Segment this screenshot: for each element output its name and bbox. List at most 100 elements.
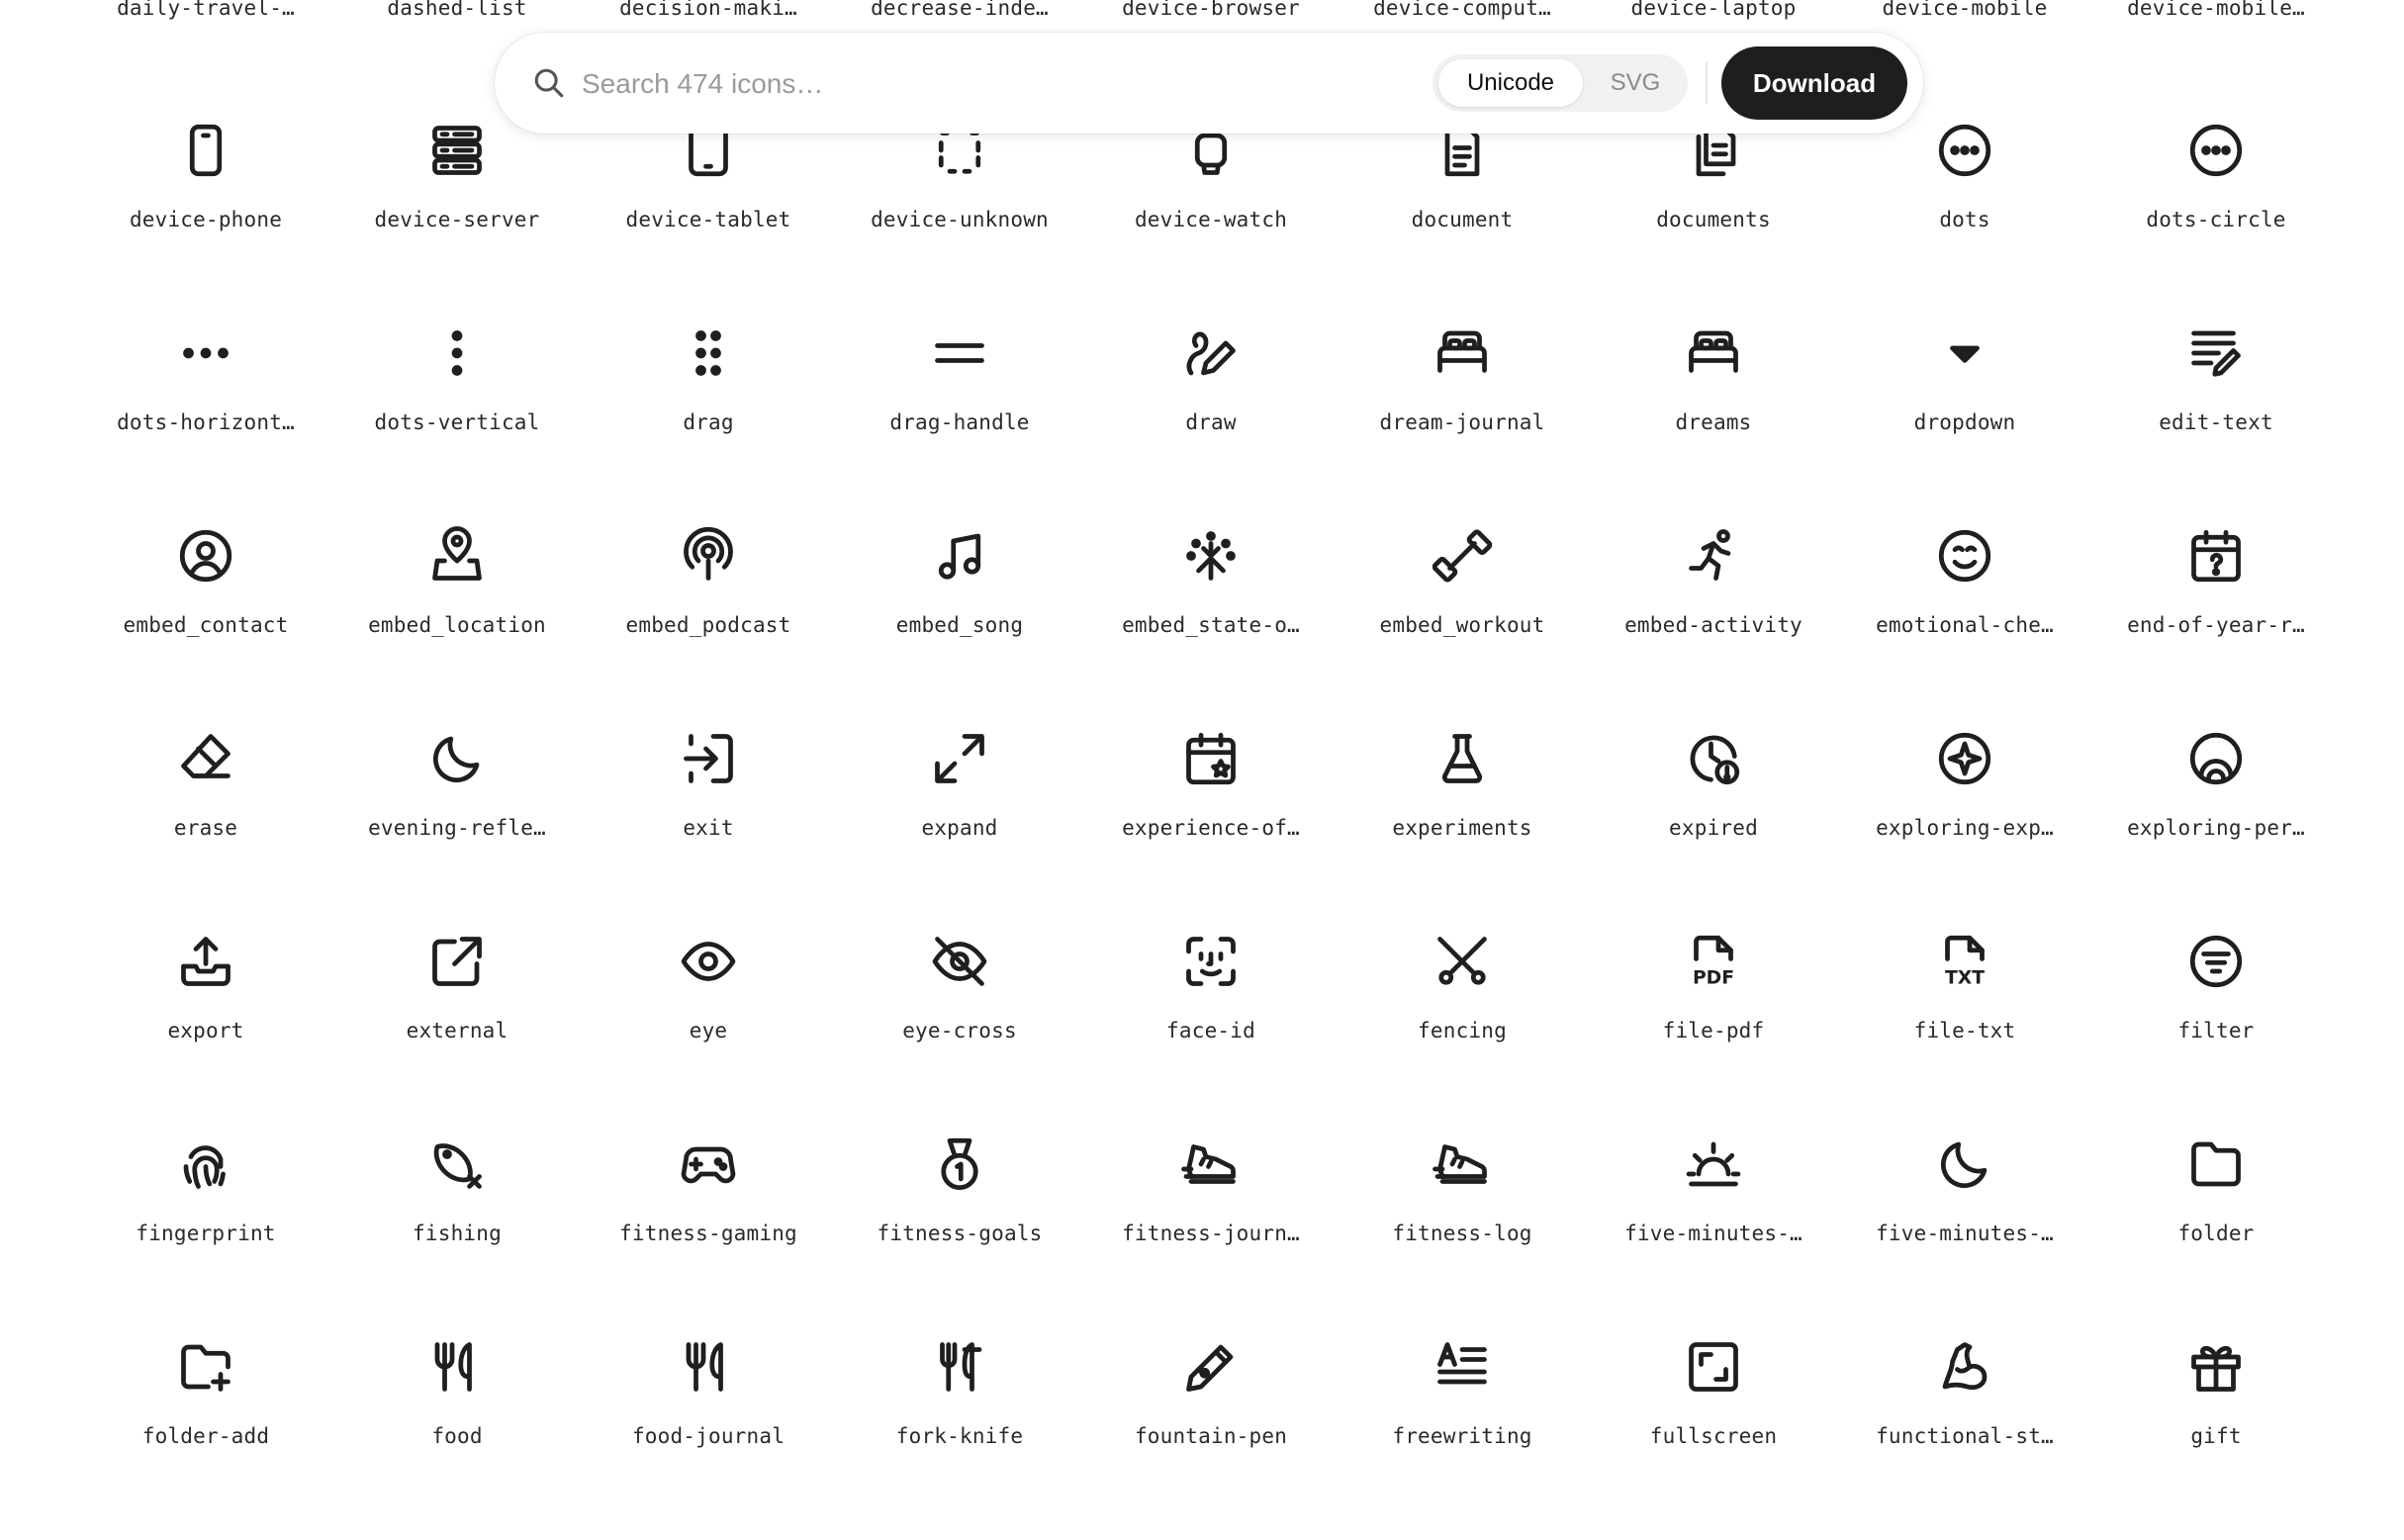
- icon-card[interactable]: dots-circle: [2097, 121, 2335, 323]
- rings-icon: [2189, 732, 2243, 785]
- icon-card[interactable]: document: [1343, 121, 1581, 323]
- icon-name: device-watch: [1134, 208, 1288, 231]
- dots-icon: [1938, 124, 1991, 177]
- icon-card[interactable]: dots-vertical: [338, 323, 576, 526]
- fencing-icon: [1437, 937, 1487, 985]
- icon-card[interactable]: embed_podcast: [590, 526, 827, 729]
- icon-card[interactable]: fitness-gaming: [590, 1134, 827, 1337]
- icon-name: device-phone: [129, 208, 283, 231]
- icon-card[interactable]: embed_state-o…: [1092, 526, 1330, 729]
- icon-card[interactable]: device-unknown: [841, 121, 1078, 323]
- icon-card[interactable]: folder-add: [87, 1337, 324, 1540]
- icon-card[interactable]: fork-knife: [841, 1337, 1078, 1540]
- eye-icon: [681, 942, 736, 981]
- external-link-icon: [432, 937, 482, 986]
- icon-card[interactable]: filter: [2097, 932, 2335, 1134]
- search-input[interactable]: [580, 56, 1138, 112]
- icon-card[interactable]: drag: [590, 323, 827, 526]
- icon-card[interactable]: export: [87, 932, 324, 1134]
- icon-card[interactable]: functional-st…: [1846, 1337, 2083, 1540]
- icon-card[interactable]: face-id: [1092, 932, 1330, 1134]
- icon-card[interactable]: experience-of…: [1092, 729, 1330, 932]
- icon-card[interactable]: fitness-journ…: [1092, 1134, 1330, 1337]
- icon-card[interactable]: embed_song: [841, 526, 1078, 729]
- utensils-icon: [434, 1342, 472, 1392]
- icon-name: decrease-inde…: [871, 0, 1049, 20]
- icon-card[interactable]: documents: [1595, 121, 1832, 323]
- icon-card[interactable]: device-phone: [87, 121, 324, 323]
- icon-card[interactable]: draw: [1092, 323, 1330, 526]
- icon-card[interactable]: fountain-pen: [1092, 1337, 1330, 1540]
- running-icon: [1689, 529, 1731, 581]
- medal-icon: [941, 1137, 978, 1191]
- icon-card[interactable]: fitness-log: [1343, 1134, 1581, 1337]
- icon-name: freewriting: [1392, 1424, 1532, 1448]
- icon-name: five-minutes-…: [1624, 1222, 1803, 1245]
- icon-card[interactable]: eye-cross: [841, 932, 1078, 1134]
- icon-name: embed_workout: [1379, 613, 1545, 637]
- icon-card[interactable]: dream-journal: [1343, 323, 1581, 526]
- icon-card[interactable]: device-tablet: [590, 121, 827, 323]
- contact-icon: [179, 529, 232, 583]
- icon-card[interactable]: erase: [87, 729, 324, 932]
- icon-card[interactable]: emotional-che…: [1846, 526, 2083, 729]
- icon-card[interactable]: eye: [590, 932, 827, 1134]
- icon-card[interactable]: device-watch: [1092, 121, 1330, 323]
- icon-card[interactable]: fitness-goals: [841, 1134, 1078, 1337]
- icon-card[interactable]: five-minutes-…: [1595, 1134, 1832, 1337]
- icon-card[interactable]: food: [338, 1337, 576, 1540]
- exit-icon: [684, 734, 733, 783]
- icon-card[interactable]: embed_contact: [87, 526, 324, 729]
- icon-card[interactable]: dropdown: [1846, 323, 2083, 526]
- svg-toggle-option[interactable]: SVG: [1589, 59, 1682, 107]
- sparkle-burst-icon: [1186, 531, 1236, 581]
- icon-name: daily-travel-…: [117, 0, 295, 20]
- icon-card[interactable]: dots: [1846, 121, 2083, 323]
- icon-name: dots-circle: [2146, 208, 2286, 231]
- icon-card[interactable]: fingerprint: [87, 1134, 324, 1337]
- icon-name: face-id: [1166, 1019, 1255, 1042]
- sunrise-icon: [1686, 1141, 1741, 1187]
- icon-card[interactable]: gift: [2097, 1337, 2335, 1540]
- icon-card[interactable]: edit-text: [2097, 323, 2335, 526]
- icon-card[interactable]: five-minutes-…: [1846, 1134, 2083, 1337]
- icon-card[interactable]: evening-refle…: [338, 729, 576, 932]
- icon-card[interactable]: exploring-exp…: [1846, 729, 2083, 932]
- icon-card[interactable]: drag-handle: [841, 323, 1078, 526]
- icon-card[interactable]: end-of-year-r…: [2097, 526, 2335, 729]
- icon-card[interactable]: fishing: [338, 1134, 576, 1337]
- icon-card[interactable]: device-server: [338, 121, 576, 323]
- moon-icon: [1941, 1141, 1988, 1188]
- icon-name: embed_location: [368, 613, 546, 637]
- icon-card[interactable]: embed_location: [338, 526, 576, 729]
- svg-text:PDF: PDF: [1693, 968, 1734, 989]
- icon-card[interactable]: exit: [590, 729, 827, 932]
- icon-name: external: [406, 1019, 509, 1042]
- icon-card[interactable]: dreams: [1595, 323, 1832, 526]
- icon-card[interactable]: folder: [2097, 1134, 2335, 1337]
- icon-card[interactable]: dots-horizont…: [87, 323, 324, 526]
- icon-card[interactable]: embed_workout: [1343, 526, 1581, 729]
- dumbbell-icon: [1433, 529, 1492, 583]
- icon-card[interactable]: TXT file-txt: [1846, 932, 2083, 1134]
- dots-horizontal-icon: [183, 347, 229, 359]
- icon-card[interactable]: freewriting: [1343, 1337, 1581, 1540]
- icon-name: embed_song: [895, 613, 1024, 637]
- icon-card[interactable]: exploring-per…: [2097, 729, 2335, 932]
- icon-name: functional-st…: [1876, 1424, 2054, 1448]
- download-button[interactable]: Download: [1721, 46, 1907, 120]
- fish-icon: [433, 1143, 482, 1189]
- icon-card[interactable]: embed-activity: [1595, 526, 1832, 729]
- icon-name: fountain-pen: [1134, 1424, 1288, 1448]
- icon-name: device-mobile…: [2127, 0, 2305, 20]
- icon-card[interactable]: fullscreen: [1595, 1337, 1832, 1540]
- icon-card[interactable]: fencing: [1343, 932, 1581, 1134]
- icon-card[interactable]: external: [338, 932, 576, 1134]
- expand-icon: [935, 734, 984, 783]
- unicode-toggle-option[interactable]: Unicode: [1438, 59, 1583, 107]
- icon-card[interactable]: PDF file-pdf: [1595, 932, 1832, 1134]
- icon-card[interactable]: food-journal: [590, 1337, 827, 1540]
- icon-card[interactable]: experiments: [1343, 729, 1581, 932]
- icon-card[interactable]: expand: [841, 729, 1078, 932]
- icon-card[interactable]: expired: [1595, 729, 1832, 932]
